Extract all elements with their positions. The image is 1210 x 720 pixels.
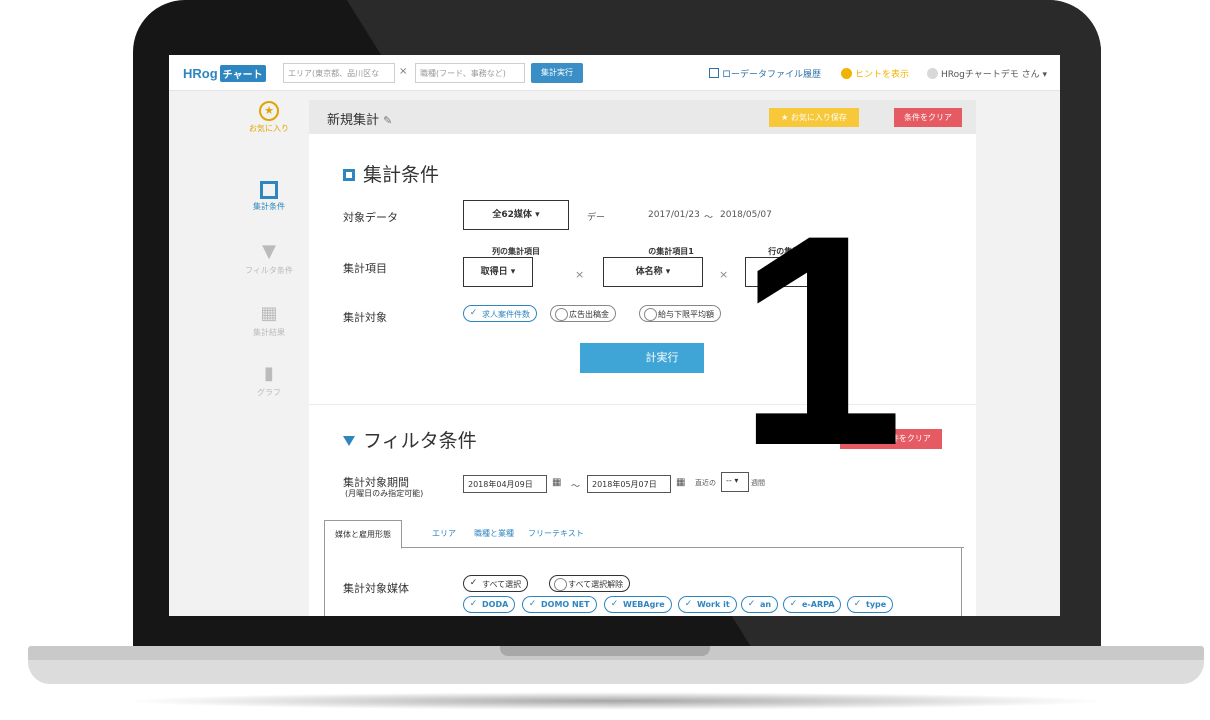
- media-chip[interactable]: e-ARPA: [783, 596, 842, 613]
- conditions-heading: 集計条件: [343, 160, 439, 187]
- search-separator: ×: [399, 66, 408, 77]
- job-search-input[interactable]: 職種(フード、事務など): [415, 63, 525, 83]
- sidebar-item-filter[interactable]: ▼ フィルタ条件: [237, 241, 301, 276]
- logo-text: HRog: [183, 66, 218, 81]
- page-titlebar: 新規集計 ✎ ★ お気に入り保存 条件をクリア: [309, 100, 976, 134]
- funnel-icon: ▼: [262, 241, 276, 262]
- laptop-notch: [500, 646, 710, 656]
- run-button-label: 計実行: [645, 351, 679, 364]
- calendar-icon[interactable]: ▦: [552, 477, 561, 488]
- data-period-from: 2017/01/23: [648, 210, 700, 220]
- select-all-button[interactable]: すべて選択: [463, 575, 529, 592]
- tab-media-employment[interactable]: 媒体と雇用形態: [324, 520, 402, 549]
- period-from-input[interactable]: 2018年04月09日: [463, 475, 547, 493]
- user-name: HRogチャートデモ さん ▾: [941, 70, 1047, 80]
- media-chip[interactable]: an: [741, 596, 779, 613]
- hint-toggle-link[interactable]: ヒントを表示: [841, 67, 909, 80]
- rawdata-history-link[interactable]: ローデータファイル履歴: [709, 67, 821, 80]
- target-label: 集計対象: [343, 311, 387, 324]
- star-icon: ★: [259, 101, 279, 121]
- form-icon: [343, 169, 355, 181]
- sidebar-item-label: お気に入り: [249, 124, 289, 133]
- media-chip[interactable]: DOMO NET: [522, 596, 597, 613]
- step-number-overlay: 1: [737, 172, 904, 508]
- header-run-button[interactable]: 集計実行: [531, 63, 583, 83]
- page-title[interactable]: 新規集計 ✎: [327, 109, 392, 128]
- sidebar-item-label: グラフ: [257, 388, 281, 397]
- media-chip[interactable]: DODA: [463, 596, 516, 613]
- period-tilde: 〜: [571, 482, 581, 492]
- tab-job-industry[interactable]: 職種と業種: [474, 528, 514, 539]
- info-icon: [841, 68, 852, 79]
- tab-area[interactable]: エリア: [432, 528, 456, 539]
- pencil-icon[interactable]: ✎: [383, 114, 392, 127]
- filter-heading-text: フィルタ条件: [363, 430, 477, 452]
- target-data-label: 対象データ: [343, 211, 398, 224]
- calendar-icon[interactable]: ▦: [676, 477, 685, 488]
- media-chip[interactable]: WEBAgre: [604, 596, 672, 613]
- data-period-separator: 〜: [704, 213, 714, 223]
- deselect-all-button[interactable]: すべて選択解除: [549, 575, 631, 592]
- data-period-prefix: デー: [587, 213, 606, 223]
- funnel-icon: [343, 436, 355, 446]
- left-sidebar: ★ お気に入り 集計条件 ▼ フィルタ条件 ▦ 集計結果 ▮ グラフ: [169, 91, 307, 616]
- logo-chip: チャート: [219, 65, 266, 82]
- grid-icon: ▦: [260, 303, 278, 324]
- laptop-shadow: [120, 692, 1110, 710]
- col-item-select[interactable]: 取得日 ▾: [463, 257, 533, 287]
- sidebar-item-label: 集計条件: [253, 202, 285, 211]
- media-chip[interactable]: type: [847, 596, 894, 613]
- period-note: (月曜日のみ指定可能): [345, 489, 424, 498]
- period-to-input[interactable]: 2018年05月07日: [587, 475, 671, 493]
- app-logo[interactable]: HRog チャート: [183, 65, 266, 82]
- user-avatar-icon: [927, 68, 938, 79]
- sidebar-item-label: 集計結果: [253, 328, 285, 337]
- recent-prefix: 直近の: [695, 479, 716, 487]
- hint-link-label: ヒントを表示: [855, 70, 910, 80]
- filter-heading: フィルタ条件: [343, 426, 477, 453]
- times-sign: ×: [719, 268, 729, 281]
- sidebar-item-graph[interactable]: ▮ グラフ: [237, 363, 301, 398]
- col-item-caption: 列の集計項目: [492, 247, 540, 256]
- user-menu[interactable]: HRogチャートデモ さん ▾: [927, 67, 1047, 80]
- history-link-label: ローデータファイル履歴: [722, 70, 822, 80]
- file-icon: [709, 68, 719, 78]
- page-title-text: 新規集計: [327, 113, 380, 128]
- tab-free-text[interactable]: フリーテキスト: [528, 528, 584, 539]
- times-sign: ×: [575, 268, 585, 281]
- target-option-ad-spend[interactable]: 広告出稿金: [550, 305, 616, 322]
- clear-conditions-button[interactable]: 条件をクリア: [894, 108, 962, 127]
- filter-tabs: 媒体と雇用形態 エリア 職種と業種 フリーテキスト: [324, 520, 964, 549]
- row1-item-caption: の集計項目1: [648, 247, 694, 256]
- target-option-salary-avg[interactable]: 給与下限平均額: [639, 305, 721, 322]
- items-label: 集計項目: [343, 262, 387, 275]
- run-aggregation-button[interactable]: 計実行: [580, 343, 704, 373]
- media-select[interactable]: 全62媒体 ▾: [463, 200, 569, 230]
- top-navbar: HRog チャート エリア(東京都、品川区な × 職種(フード、事務など) 集計実…: [169, 55, 1060, 91]
- form-icon: [260, 181, 278, 199]
- sidebar-item-label: フィルタ条件: [245, 266, 293, 275]
- area-search-input[interactable]: エリア(東京都、品川区な: [283, 63, 395, 83]
- row1-item-select[interactable]: 体名称 ▾: [603, 257, 703, 287]
- app-screen: HRog チャート エリア(東京都、品川区な × 職種(フード、事務など) 集計実…: [169, 55, 1060, 616]
- target-option-job-count[interactable]: 求人案件件数: [463, 305, 537, 322]
- media-chip[interactable]: Work it: [678, 596, 737, 613]
- sidebar-item-results[interactable]: ▦ 集計結果: [237, 303, 301, 338]
- conditions-heading-text: 集計条件: [363, 164, 440, 186]
- bar-chart-icon: ▮: [264, 363, 274, 384]
- sidebar-item-favorites[interactable]: ★ お気に入り: [237, 101, 301, 134]
- media-label: 集計対象媒体: [343, 582, 409, 595]
- sidebar-item-conditions[interactable]: 集計条件: [237, 181, 301, 212]
- save-favorite-button[interactable]: ★ お気に入り保存: [769, 108, 859, 127]
